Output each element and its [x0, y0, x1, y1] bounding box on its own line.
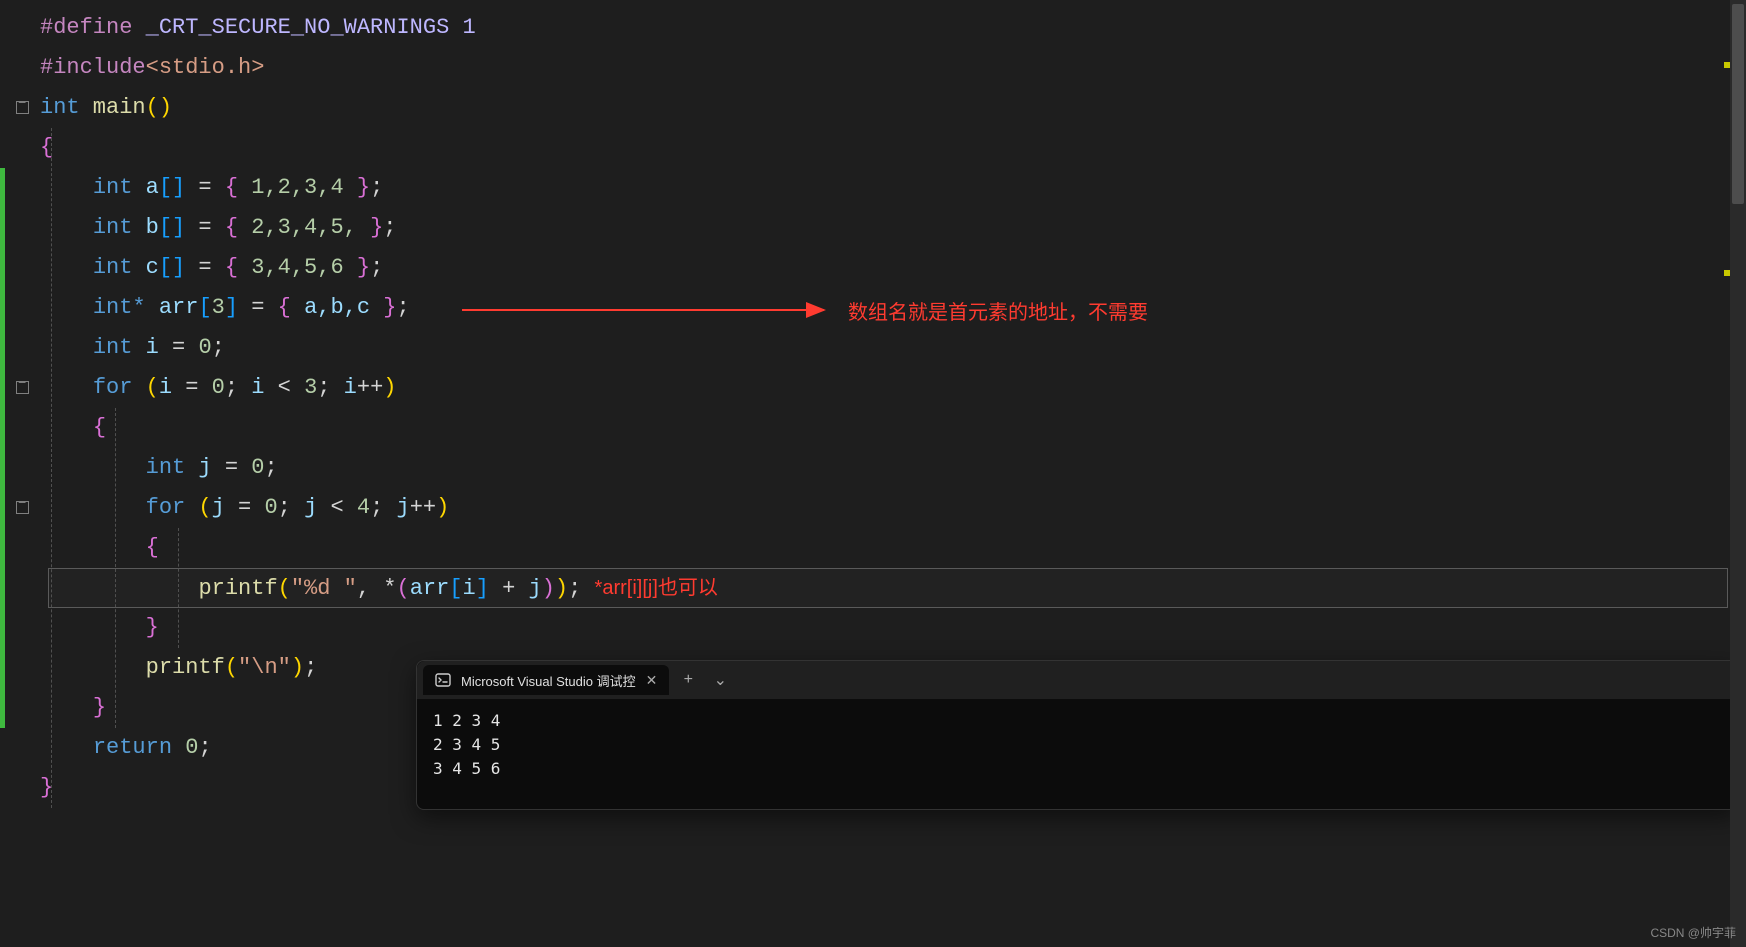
- terminal-tab[interactable]: Microsoft Visual Studio 调试控 ✕: [423, 665, 669, 695]
- define-keyword: #define: [40, 15, 132, 40]
- tab-dropdown-button[interactable]: ⌄: [707, 670, 733, 690]
- code-line[interactable]: #include<stdio.h>: [40, 48, 1746, 88]
- terminal-tabs: Microsoft Visual Studio 调试控 ✕ + ⌄: [417, 661, 1737, 699]
- scroll-marker: [1724, 270, 1730, 276]
- code-line[interactable]: #define _CRT_SECURE_NO_WARNINGS 1: [40, 8, 1746, 48]
- vertical-scrollbar[interactable]: [1730, 0, 1746, 947]
- include-keyword: #include: [40, 55, 146, 80]
- code-line[interactable]: {: [40, 128, 1746, 168]
- scrollbar-thumb[interactable]: [1732, 4, 1744, 204]
- parens: (): [146, 95, 172, 120]
- terminal-tab-title: Microsoft Visual Studio 调试控: [461, 671, 636, 690]
- terminal-output[interactable]: 1 2 3 4 2 3 4 5 3 4 5 6: [417, 699, 1737, 791]
- macro-name: _CRT_SECURE_NO_WARNINGS 1: [132, 15, 475, 40]
- add-tab-button[interactable]: +: [675, 671, 701, 689]
- code-line[interactable]: {: [40, 408, 1746, 448]
- code-line[interactable]: {: [40, 528, 1746, 568]
- code-line[interactable]: int b[] = { 2,3,4,5, };: [40, 208, 1746, 248]
- code-line[interactable]: printf("%d ", *(arr[i] + j)); *arr[i][j]…: [40, 568, 1746, 608]
- fold-toggle-main[interactable]: [16, 101, 29, 114]
- fold-toggle-for-outer[interactable]: [16, 381, 29, 394]
- close-tab-button[interactable]: ✕: [646, 672, 658, 689]
- code-line[interactable]: int main(): [40, 88, 1746, 128]
- console-icon: [435, 672, 451, 688]
- inline-annotation: *arr[i][j]也可以: [595, 577, 718, 599]
- main-fn: main: [80, 95, 146, 120]
- watermark: CSDN @帅宇菲: [1650, 924, 1736, 941]
- code-line[interactable]: for (j = 0; j < 4; j++): [40, 488, 1746, 528]
- code-line[interactable]: for (i = 0; i < 3; i++): [40, 368, 1746, 408]
- indent-guide: [178, 528, 179, 648]
- scroll-marker: [1724, 62, 1730, 68]
- indent-guide: [115, 408, 116, 728]
- code-line[interactable]: }: [40, 608, 1746, 648]
- array-annotation: 数组名就是首元素的地址，不需要: [848, 296, 1148, 325]
- code-line[interactable]: int i = 0;: [40, 328, 1746, 368]
- code-line[interactable]: int c[] = { 3,4,5,6 };: [40, 248, 1746, 288]
- indent-guide: [51, 128, 52, 808]
- header-name: <stdio.h>: [146, 55, 265, 80]
- code-line[interactable]: int j = 0;: [40, 448, 1746, 488]
- code-line[interactable]: int a[] = { 1,2,3,4 };: [40, 168, 1746, 208]
- fold-toggle-for-inner[interactable]: [16, 501, 29, 514]
- change-marker: [0, 168, 5, 728]
- debug-console: Microsoft Visual Studio 调试控 ✕ + ⌄ 1 2 3 …: [416, 660, 1738, 810]
- type-int: int: [40, 95, 80, 120]
